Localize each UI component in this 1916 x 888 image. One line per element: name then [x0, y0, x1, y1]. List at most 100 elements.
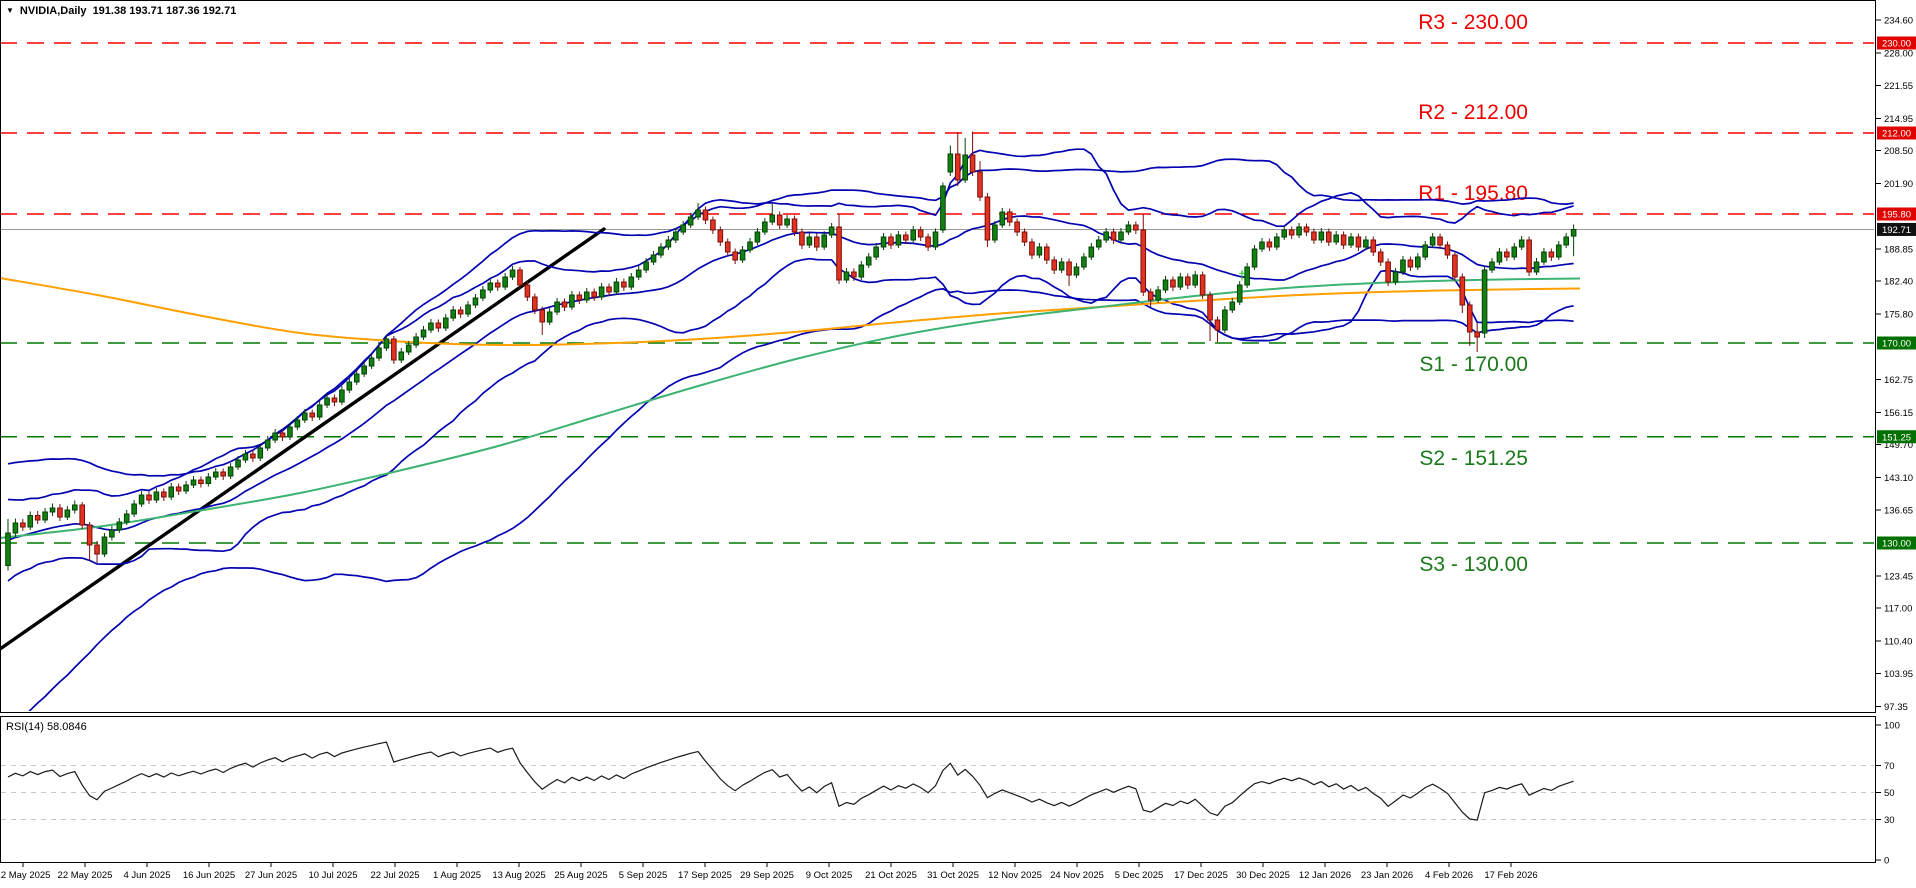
candle-body: [1223, 310, 1228, 330]
candle-body: [436, 323, 441, 328]
candle-body: [1030, 242, 1035, 255]
candle-body: [844, 272, 849, 280]
date-label: 1 Aug 2025: [433, 870, 481, 881]
candle-body: [414, 337, 419, 345]
date-label: 9 Oct 2025: [806, 870, 852, 881]
main-chart-frame: [1, 1, 1876, 713]
candle-body: [510, 270, 515, 277]
candle-body: [562, 302, 567, 307]
candle-body: [533, 297, 538, 310]
candle-body: [614, 282, 619, 292]
candle-body: [755, 232, 760, 242]
candle-body: [970, 155, 975, 172]
candle-body: [659, 247, 664, 255]
candle-body: [1171, 280, 1176, 287]
candle-body: [265, 440, 270, 448]
candle-body: [1467, 305, 1472, 332]
price-tick-label: 156.15: [1884, 408, 1913, 419]
candle-body: [1215, 320, 1220, 330]
candle-body: [191, 480, 196, 485]
candle-body: [80, 505, 85, 525]
symbol-dropdown-icon[interactable]: ▼: [6, 7, 14, 15]
candle-body: [1111, 232, 1116, 240]
date-label: 23 Jan 2026: [1361, 870, 1413, 881]
candle-body: [748, 242, 753, 250]
rsi-indicator-label: RSI(14) 58.0846: [6, 721, 87, 733]
candle-body: [65, 510, 70, 517]
candle-body: [117, 522, 122, 530]
candle-body: [295, 420, 300, 427]
candle-body: [124, 514, 129, 522]
candle-body: [206, 477, 211, 484]
candle-body: [1319, 232, 1324, 240]
candle-body: [1119, 232, 1124, 240]
candle-body: [852, 272, 857, 277]
level-label-s3: S3 - 130.00: [1419, 553, 1528, 576]
candle-body: [451, 310, 456, 318]
axis-badge-r2: 212.00: [1882, 129, 1911, 140]
candle-body: [1260, 242, 1265, 249]
candle-body: [199, 480, 204, 484]
candle-body: [43, 512, 48, 520]
candle-body: [1326, 232, 1331, 242]
candle-body: [280, 433, 285, 437]
object-marker-icon[interactable]: †: [1238, 268, 1245, 283]
candle-body: [1527, 240, 1532, 272]
candle-body: [458, 310, 463, 314]
candle-body: [725, 242, 730, 252]
axis-badge-s3: 130.00: [1882, 539, 1911, 550]
candle-body: [213, 472, 218, 477]
trendline[interactable]: [0, 229, 604, 649]
price-tick-label: 117.00: [1884, 604, 1912, 615]
candle-body: [703, 210, 708, 220]
candle-body: [1141, 230, 1146, 292]
date-label: 29 Sep 2025: [740, 870, 794, 881]
price-axis[interactable]: 234.60228.00221.55214.95208.50201.90188.…: [1875, 0, 1916, 867]
candle-body: [599, 287, 604, 297]
candle-body: [228, 467, 233, 476]
candle-body: [978, 172, 983, 197]
date-label: 4 Feb 2026: [1425, 870, 1473, 881]
rsi-curve: [8, 742, 1574, 820]
chart-canvas[interactable]: R3 - 230.00R2 - 212.00R1 - 195.80S1 - 17…: [0, 0, 1916, 888]
candle-body: [1208, 295, 1213, 320]
candle-body: [688, 217, 693, 225]
date-label: 12 May 2025: [0, 870, 50, 881]
candle-body: [859, 265, 864, 277]
candle-body: [154, 492, 159, 500]
candle-body: [1252, 249, 1257, 267]
candle-body: [1156, 290, 1161, 300]
candle-body: [904, 235, 909, 240]
candle-body: [1401, 260, 1406, 272]
candle-body: [1275, 237, 1280, 247]
level-label-r2: R2 - 212.00: [1418, 101, 1528, 124]
candle-body: [1497, 252, 1502, 262]
bb-slow-lower-line: [8, 289, 1574, 732]
candle-body: [644, 262, 649, 270]
candle-body: [87, 525, 92, 545]
candle-body: [443, 318, 448, 328]
candle-body: [1571, 229, 1576, 236]
candle-body: [674, 232, 679, 240]
ohlc-readout: 191.38 193.71 187.36 192.71: [93, 5, 237, 17]
candle-body: [184, 485, 189, 491]
axis-badge-r3: 230.00: [1882, 39, 1911, 50]
candle-body: [132, 504, 137, 514]
candle-body: [948, 154, 953, 172]
date-label: 30 Dec 2025: [1236, 870, 1290, 881]
price-tick-label: 228.00: [1884, 49, 1913, 60]
candle-body: [837, 227, 842, 280]
time-axis[interactable]: 12 May 202522 May 20254 Jun 202516 Jun 2…: [0, 862, 1875, 888]
axis-badge-current-price: 192.71: [1882, 225, 1911, 236]
candle-body: [1037, 247, 1042, 255]
candle-body: [72, 505, 77, 510]
candle-body: [763, 222, 768, 232]
candle-body: [1490, 262, 1495, 270]
candle-body: [1237, 285, 1242, 302]
candle-body: [881, 237, 886, 247]
price-tick-label: 143.10: [1884, 473, 1913, 484]
candle-body: [889, 237, 894, 245]
candle-body: [1007, 212, 1012, 222]
candle-body: [1096, 240, 1101, 247]
date-label: 17 Dec 2025: [1174, 870, 1228, 881]
